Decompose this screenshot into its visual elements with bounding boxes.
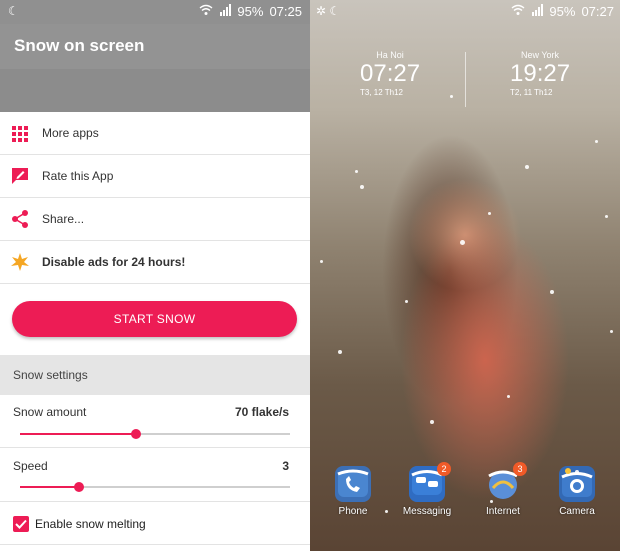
signal-icon — [219, 4, 232, 19]
status-bar: ☾ 95% 07:25 — [0, 0, 310, 24]
clock-divider — [465, 52, 466, 107]
dock-label: Camera — [559, 506, 595, 517]
snowflake — [430, 420, 434, 424]
snowflake — [460, 240, 465, 245]
snow-melting-label: Enable snow melting — [35, 517, 146, 531]
snowflake — [595, 140, 598, 143]
home-screen-preview: ✲ ☾ 95% 07:27 Ha Noi 07:27 T3, 12 Th12 N… — [310, 0, 620, 551]
snowflake — [610, 330, 613, 333]
dock-label: Internet — [486, 506, 520, 517]
snowflake — [360, 185, 364, 189]
snowflake — [385, 510, 388, 513]
slider-fill — [20, 433, 137, 435]
snowflake — [488, 212, 491, 215]
clock-date: T2, 11 Th12 — [510, 88, 553, 97]
app-bar: Snow on screen — [0, 24, 310, 69]
speed-value: 3 — [282, 459, 289, 473]
disable-ads-item[interactable]: Disable ads for 24 hours! — [0, 241, 310, 284]
battery-text: 95% — [549, 4, 576, 19]
speed-label: Speed — [13, 459, 48, 473]
dock-messaging[interactable]: 2 Messaging — [397, 460, 457, 517]
dock-label: Messaging — [402, 506, 452, 517]
snowflake — [550, 290, 554, 294]
battery-text: 95% — [237, 4, 264, 19]
start-snow-button[interactable]: START SNOW — [12, 301, 297, 337]
snow-settings-header: Snow settings — [0, 355, 310, 395]
speed-slider[interactable] — [20, 482, 290, 492]
snowflake — [525, 165, 529, 169]
share-icon — [10, 209, 30, 229]
moon-icon: ☾ — [8, 4, 19, 18]
status-bar: ✲ ☾ 95% 07:27 — [310, 0, 620, 24]
snow-melting-row[interactable]: Enable snow melting — [0, 503, 310, 545]
clock-date: T3, 12 Th12 — [360, 88, 403, 97]
snow-melting-checkbox[interactable] — [13, 516, 29, 532]
more-apps-label: More apps — [42, 126, 99, 140]
disable-ads-label: Disable ads for 24 hours! — [42, 255, 186, 269]
internet-icon: 3 — [485, 462, 527, 502]
speed-row: Speed 3 — [0, 449, 310, 502]
rate-label: Rate this App — [42, 169, 114, 183]
dock-camera[interactable]: Camera — [547, 460, 607, 517]
more-apps-item[interactable]: More apps — [0, 112, 310, 155]
snowflake — [338, 350, 342, 354]
share-item[interactable]: Share... — [0, 198, 310, 241]
snowflake — [605, 215, 608, 218]
moon-icon: ✲ ☾ — [316, 4, 341, 18]
clock-widget-hanoi[interactable]: Ha Noi 07:27 T3, 12 Th12 — [360, 50, 420, 97]
wifi-icon — [511, 4, 525, 19]
ad-banner-area — [0, 69, 310, 112]
snow-amount-row: Snow amount 70 flake/s — [0, 395, 310, 448]
app-title: Snow on screen — [14, 36, 145, 55]
dock-label: Phone — [338, 506, 368, 517]
snow-amount-value: 70 flake/s — [234, 405, 289, 419]
clock-text: 07:25 — [269, 4, 302, 19]
clock-city: Ha Noi — [376, 50, 404, 60]
messaging-badge: 2 — [437, 462, 451, 476]
snow-app-screen: ☾ 95% 07:25 Snow on screen More apps Rat… — [0, 0, 310, 551]
snow-amount-label: Snow amount — [13, 405, 87, 419]
slider-fill — [20, 486, 80, 488]
rate-app-item[interactable]: Rate this App — [0, 155, 310, 198]
snow-settings-title: Snow settings — [13, 368, 88, 382]
slider-thumb[interactable] — [131, 429, 142, 439]
clock-city: New York — [521, 50, 560, 60]
clock-time: 19:27 — [510, 60, 571, 87]
app-dock: Phone 2 Messaging 3 Internet Camera — [310, 460, 620, 530]
snowflake — [320, 260, 323, 263]
snowflake — [355, 170, 358, 173]
messaging-icon: 2 — [409, 462, 451, 502]
snowflake — [575, 470, 579, 474]
clock-text: 07:27 — [581, 4, 614, 19]
signal-icon — [531, 4, 544, 19]
apps-grid-icon — [10, 123, 30, 143]
phone-icon — [335, 466, 371, 502]
clock-time: 07:27 — [360, 60, 421, 87]
wifi-icon — [199, 4, 213, 19]
clock-widget-newyork[interactable]: New York 19:27 T2, 11 Th12 — [510, 50, 570, 97]
slider-thumb[interactable] — [74, 482, 85, 492]
rate-feedback-icon — [10, 166, 30, 186]
snowflake — [405, 300, 408, 303]
snow-amount-slider[interactable] — [20, 429, 290, 439]
share-label: Share... — [42, 212, 85, 226]
internet-badge: 3 — [513, 462, 527, 476]
dock-internet[interactable]: 3 Internet — [473, 460, 533, 517]
snowflake — [490, 500, 493, 503]
snowflake — [450, 95, 453, 98]
snowflake — [507, 395, 510, 398]
star-burst-icon — [10, 252, 30, 272]
dock-phone[interactable]: Phone — [323, 460, 383, 517]
